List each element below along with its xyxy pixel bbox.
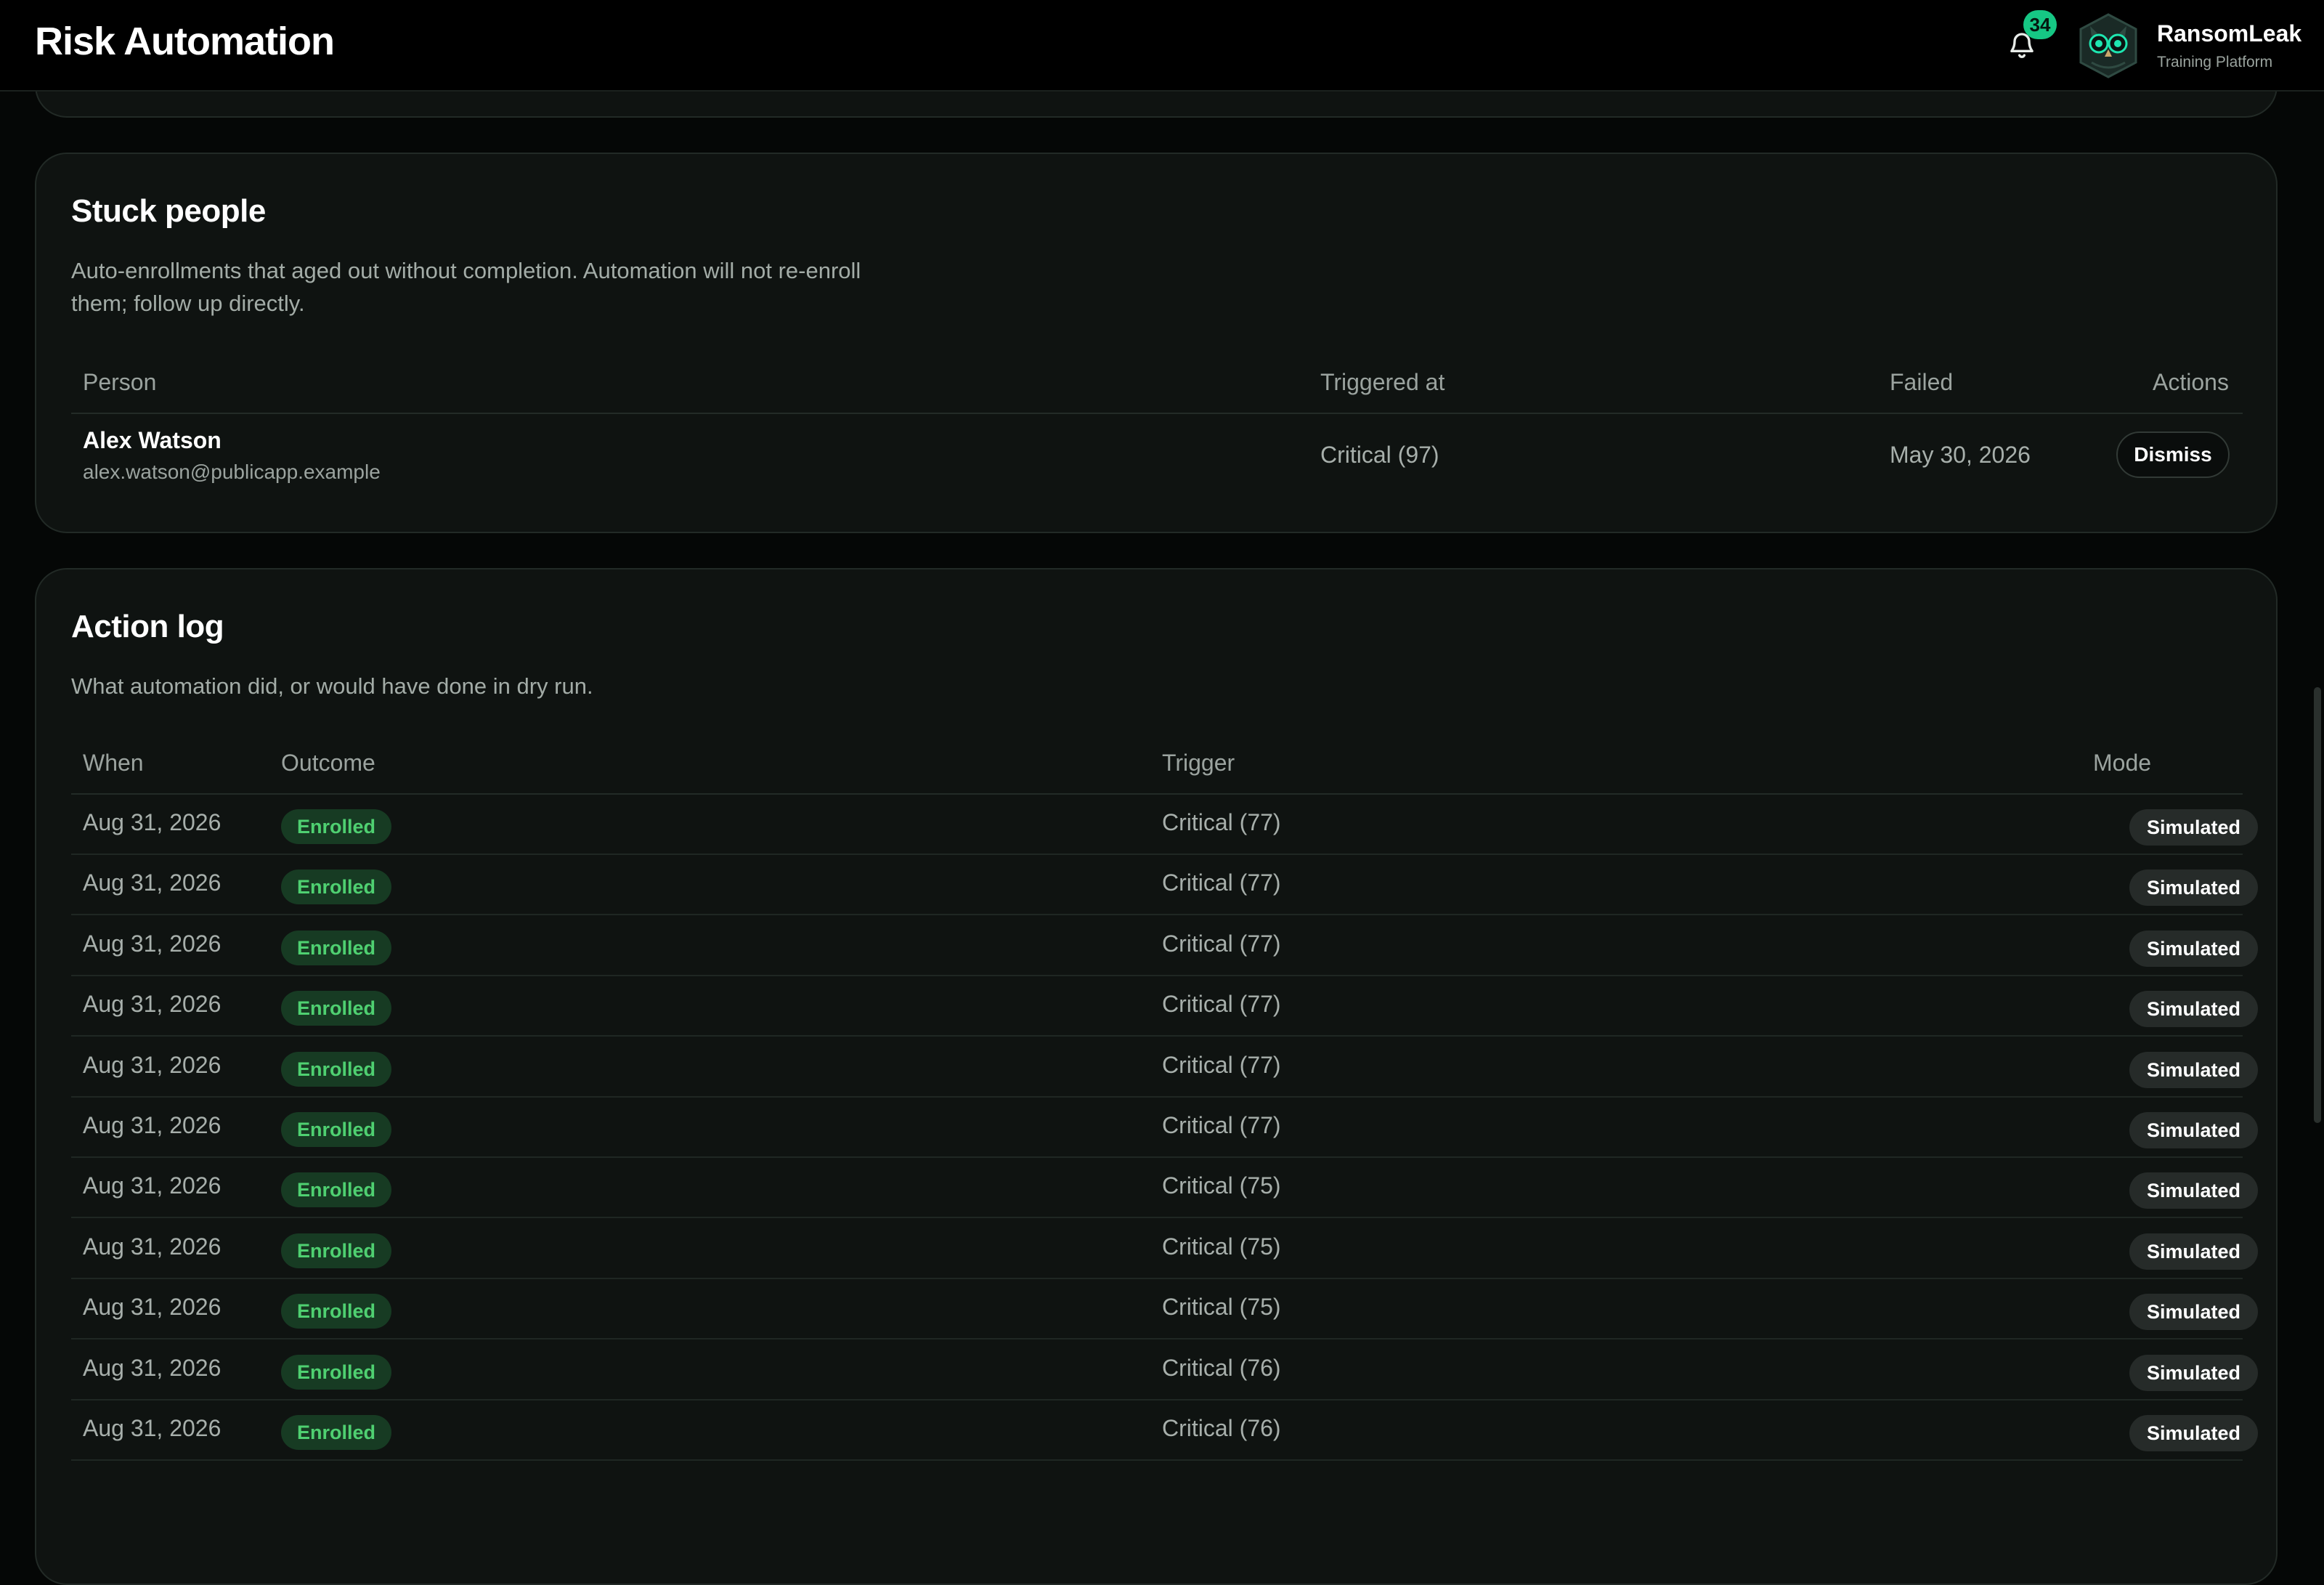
- outcome-badge: Enrolled: [281, 930, 392, 965]
- outcome-badge: Enrolled: [281, 1354, 392, 1390]
- mode-badge: Simulated: [2129, 809, 2259, 846]
- log-trigger: Critical (75): [1162, 1233, 1281, 1260]
- action-log-card: Action log What automation did, or would…: [35, 568, 2278, 1585]
- outcome-badge: Enrolled: [281, 1051, 392, 1087]
- table-row: Aug 31, 2026 Enrolled Critical (77) Simulat…: [71, 1098, 2259, 1158]
- log-when: Aug 31, 2026: [83, 1415, 222, 1441]
- row-divider: [71, 1459, 2243, 1461]
- failed-date: May 30, 2026: [1890, 442, 2031, 468]
- outcome-badge: Enrolled: [281, 809, 392, 844]
- outcome-badge: Enrolled: [281, 1415, 392, 1450]
- table-row: Aug 31, 2026 Enrolled Critical (75) Simulat…: [71, 1279, 2259, 1340]
- table-row: Aug 31, 2026 Enrolled Critical (77) Simulat…: [71, 976, 2259, 1037]
- table-row: Aug 31, 2026 Enrolled Critical (77) Simulat…: [71, 795, 2259, 855]
- mode-badge: Simulated: [2129, 991, 2259, 1028]
- mode-badge: Simulated: [2129, 1294, 2259, 1331]
- column-header-when[interactable]: When: [83, 750, 144, 777]
- table-row: Aug 31, 2026 Enrolled Critical (76) Simulat…: [71, 1340, 2259, 1400]
- log-trigger: Critical (77): [1162, 809, 1281, 835]
- stuck-people-description: Auto-enrollments that aged out without c…: [71, 258, 861, 316]
- brand-subtitle: Training Platform: [2157, 54, 2273, 70]
- page-scrollbar[interactable]: [2314, 687, 2321, 1123]
- outcome-badge: Enrolled: [281, 1294, 392, 1329]
- table-row: Aug 31, 2026 Enrolled Critical (75) Simulat…: [71, 1158, 2259, 1219]
- outcome-badge: Enrolled: [281, 1112, 392, 1147]
- log-when: Aug 31, 2026: [83, 1233, 222, 1260]
- column-header-trigger[interactable]: Trigger: [1162, 750, 1235, 777]
- column-header-actions: Actions: [2153, 369, 2229, 395]
- column-header-triggered-at[interactable]: Triggered at: [1320, 369, 1445, 396]
- header-divider: [71, 413, 2243, 414]
- log-when: Aug 31, 2026: [83, 930, 222, 957]
- mode-badge: Simulated: [2129, 1233, 2259, 1270]
- stuck-people-card: Stuck people Auto-enrollments that aged …: [35, 153, 2278, 533]
- stuck-people-title: Stuck people: [71, 193, 266, 229]
- outcome-badge: Enrolled: [281, 869, 392, 905]
- mode-badge: Simulated: [2129, 1112, 2259, 1148]
- owl-avatar-icon[interactable]: [2076, 12, 2141, 80]
- mode-badge: Simulated: [2129, 1051, 2259, 1088]
- mode-badge: Simulated: [2129, 1172, 2259, 1209]
- log-trigger: Critical (76): [1162, 1415, 1281, 1441]
- column-header-mode[interactable]: Mode: [2093, 750, 2151, 777]
- person-email: alex.watson@publicapp.example: [83, 461, 381, 483]
- log-when: Aug 31, 2026: [83, 991, 222, 1018]
- log-trigger: Critical (75): [1162, 1294, 1281, 1321]
- outcome-badge: Enrolled: [281, 1233, 392, 1268]
- dismiss-button[interactable]: Dismiss: [2116, 431, 2230, 478]
- mode-badge: Simulated: [2129, 1354, 2259, 1391]
- log-when: Aug 31, 2026: [83, 809, 222, 835]
- page-title: Risk Automation: [35, 20, 335, 63]
- mode-badge: Simulated: [2129, 1415, 2259, 1451]
- log-trigger: Critical (77): [1162, 869, 1281, 896]
- column-header-failed[interactable]: Failed: [1890, 369, 1953, 396]
- outcome-badge: Enrolled: [281, 991, 392, 1026]
- top-bar: Risk Automation 34 RansomLeak Training P…: [0, 0, 2324, 92]
- log-trigger: Critical (75): [1162, 1172, 1281, 1199]
- log-trigger: Critical (77): [1162, 930, 1281, 957]
- table-row: Aug 31, 2026 Enrolled Critical (77) Simulat…: [71, 855, 2259, 916]
- log-trigger: Critical (76): [1162, 1354, 1281, 1381]
- outcome-badge: Enrolled: [281, 1172, 392, 1208]
- mode-badge: Simulated: [2129, 869, 2259, 907]
- log-trigger: Critical (77): [1162, 991, 1281, 1018]
- table-row: Aug 31, 2026 Enrolled Critical (77) Simulat…: [71, 1037, 2259, 1098]
- mode-badge: Simulated: [2129, 930, 2259, 967]
- table-row: Aug 31, 2026 Enrolled Critical (75) Simulat…: [71, 1219, 2259, 1279]
- log-when: Aug 31, 2026: [83, 1354, 222, 1381]
- log-when: Aug 31, 2026: [83, 869, 222, 896]
- log-when: Aug 31, 2026: [83, 1051, 222, 1078]
- log-when: Aug 31, 2026: [83, 1294, 222, 1321]
- triggered-at-value: Critical (97): [1320, 442, 1439, 468]
- log-when: Aug 31, 2026: [83, 1172, 222, 1199]
- notification-count-badge[interactable]: 34: [2023, 10, 2057, 39]
- column-header-outcome[interactable]: Outcome: [281, 750, 375, 777]
- column-header-person[interactable]: Person: [83, 369, 156, 396]
- brand-name: RansomLeak: [2157, 20, 2302, 46]
- log-trigger: Critical (77): [1162, 1051, 1281, 1078]
- log-when: Aug 31, 2026: [83, 1112, 222, 1138]
- table-row: Aug 31, 2026 Enrolled Critical (77) Simulat…: [71, 916, 2259, 976]
- person-name[interactable]: Alex Watson: [83, 427, 222, 454]
- table-row: Aug 31, 2026 Enrolled Critical (76) Simulat…: [71, 1400, 2259, 1461]
- log-trigger: Critical (77): [1162, 1112, 1281, 1138]
- action-log-title: Action log: [71, 609, 224, 644]
- action-log-description: What automation did, or would have done …: [71, 673, 593, 699]
